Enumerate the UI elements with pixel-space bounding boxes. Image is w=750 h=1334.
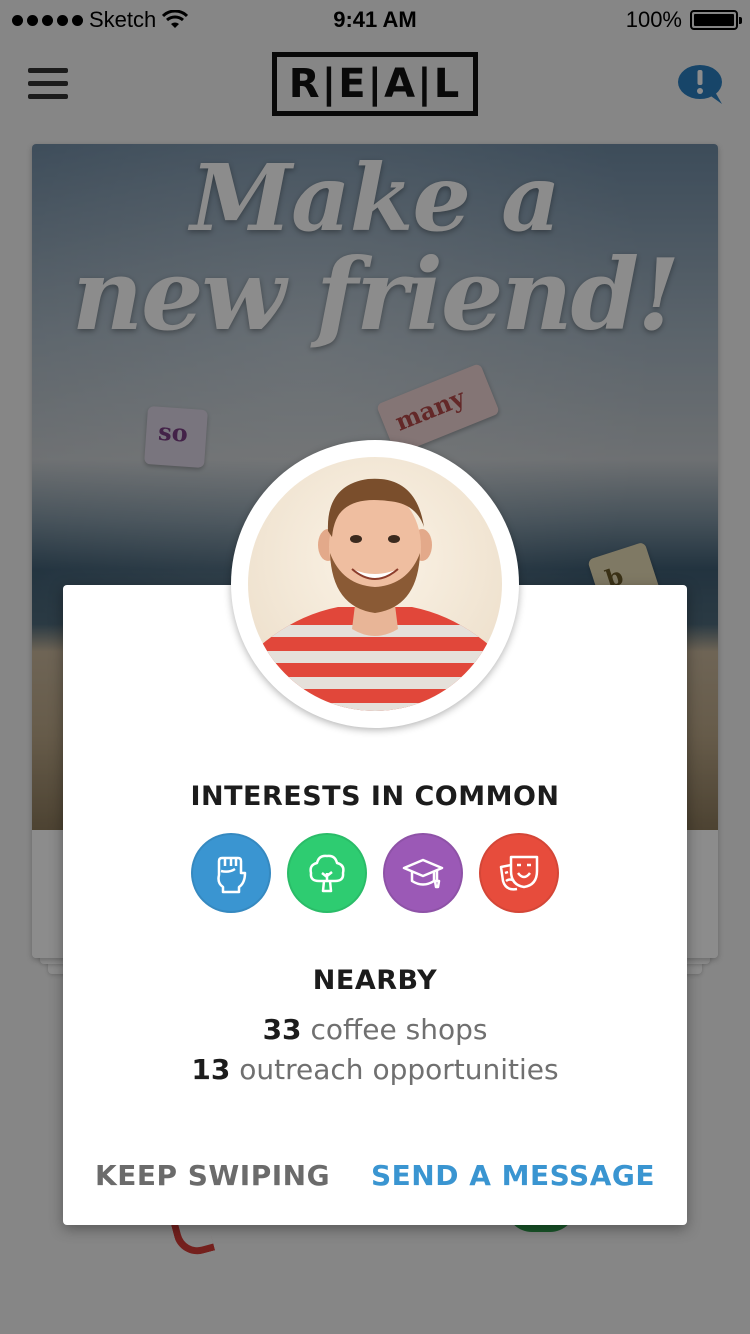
send-message-button[interactable]: SEND A MESSAGE [371, 1159, 655, 1192]
nearby-outreach: 13 outreach opportunities [63, 1053, 687, 1086]
nearby-title: NEARBY [312, 965, 438, 996]
interests-title: INTERESTS IN COMMON [190, 781, 560, 812]
theater-masks-icon[interactable] [479, 833, 559, 913]
outreach-label: outreach opportunities [239, 1053, 559, 1086]
keep-swiping-button[interactable]: KEEP SWIPING [95, 1159, 330, 1192]
graduation-cap-icon[interactable] [383, 833, 463, 913]
tree-icon[interactable] [287, 833, 367, 913]
nearby-coffee-shops: 33 coffee shops [63, 1013, 687, 1046]
interests-list [191, 833, 559, 913]
coffee-shops-count: 33 [262, 1013, 302, 1046]
fist-icon[interactable] [191, 833, 271, 913]
avatar [248, 457, 502, 711]
person-portrait [248, 478, 502, 711]
outreach-count: 13 [191, 1053, 231, 1086]
coffee-shops-label: coffee shops [310, 1013, 488, 1046]
avatar-ring [231, 440, 519, 728]
match-modal: INTERESTS IN COMMON NEARBY 33 coffee sho… [63, 440, 687, 1225]
